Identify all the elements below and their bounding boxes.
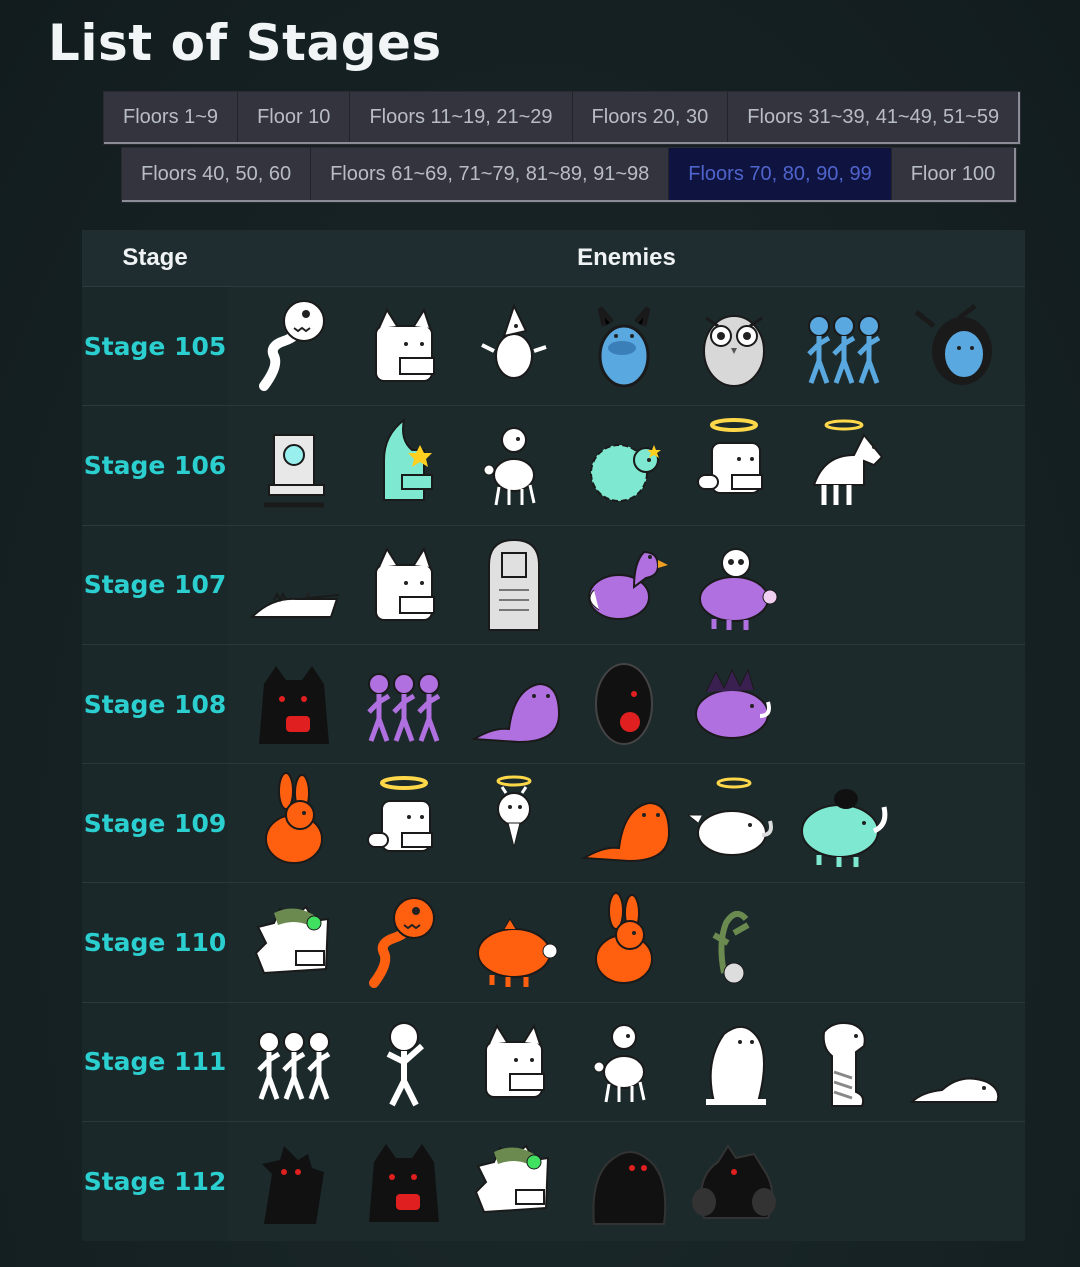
enemy-list [228,406,1025,525]
poodle-icon[interactable] [462,413,566,517]
pig-icon[interactable] [462,891,566,995]
plant-icon[interactable] [682,891,786,995]
stickman-icon[interactable] [352,1010,456,1114]
gravestone-icon[interactable] [462,533,566,637]
penguin-icon[interactable] [572,294,676,398]
horse-icon[interactable] [792,413,896,517]
angel-box-icon[interactable] [352,771,456,875]
crocodile-icon[interactable] [242,533,346,637]
stage-link[interactable]: Stage 106 [82,406,228,525]
floor-tabs-row-2: Floors 40, 50, 60 Floors 61~69, 71~79, 81… [122,148,1017,202]
floor-tab[interactable]: Floors 31~39, 41~49, 51~59 [728,92,1018,142]
stage-link[interactable]: Stage 111 [82,1002,228,1122]
stickmen-icon[interactable] [352,652,456,756]
stickmen-icon[interactable] [242,1010,346,1114]
floor-tab[interactable]: Floors 70, 80, 90, 99 [669,148,892,200]
gorilla-icon[interactable] [572,1130,676,1234]
shadow-beast-icon[interactable] [242,652,346,756]
floor-tab[interactable]: Floors 40, 50, 60 [122,148,312,200]
stage-link[interactable]: Stage 112 [82,1122,228,1242]
sheep-icon[interactable] [572,413,676,517]
snake-icon[interactable] [242,294,346,398]
shadow-egg-icon[interactable] [572,652,676,756]
stage-link[interactable]: Stage 105 [82,287,228,406]
floor-tabs-row-1: Floors 1~9 Floor 10 Floors 11~19, 21~29 Flo… [104,92,1021,144]
boar-icon[interactable] [682,652,786,756]
ghost-head-icon[interactable] [902,294,1006,398]
shadow-throne-icon[interactable] [242,1130,346,1234]
page-title: List of Stages [48,14,442,72]
table-row: Stage 111 [82,1002,1025,1123]
floor-tab[interactable]: Floors 20, 30 [573,92,729,142]
table-row: Stage 106 [82,406,1025,526]
floor-tab[interactable]: Floor 10 [238,92,351,142]
cat-box-icon[interactable] [462,1010,566,1114]
table-row: Stage 108 [82,644,1025,765]
angel-small-icon[interactable] [462,771,566,875]
enemy-list [228,883,1025,1002]
rabbit-icon[interactable] [242,771,346,875]
column-header-stage: Stage [122,244,188,271]
table-row: Stage 112 [82,1122,1025,1242]
column-header-enemies: Enemies [577,244,676,271]
rabbit-icon[interactable] [572,891,676,995]
table-row: Stage 110 [82,883,1025,1003]
table-header: Stage Enemies [82,230,1025,287]
table-row: Stage 109 [82,764,1025,884]
stage-link[interactable]: Stage 109 [82,764,228,883]
floor-tab[interactable]: Floor 100 [892,148,1015,200]
floor-tab[interactable]: Floors 11~19, 21~29 [350,92,573,142]
snake-icon[interactable] [352,891,456,995]
duck-icon[interactable] [572,533,676,637]
seal-icon[interactable] [572,771,676,875]
bird-icon[interactable] [462,294,566,398]
enemy-list [228,644,1025,764]
hedgehog-icon[interactable] [462,1130,566,1234]
stage-table: Stage Enemies Stage 105 Stage 106 Stage … [82,230,1025,1242]
hedgehog-icon[interactable] [242,891,346,995]
shark-cat-icon[interactable] [352,413,456,517]
table-row: Stage 105 [82,287,1025,407]
table-body: Stage 105 Stage 106 Stage 107 Stage 108 [82,287,1025,1242]
enemy-list [228,525,1025,644]
stage-link[interactable]: Stage 110 [82,883,228,1002]
shadow-bear-icon[interactable] [682,1130,786,1234]
cat-box-icon[interactable] [352,533,456,637]
seal-icon[interactable] [462,652,566,756]
floor-tab[interactable]: Floors 61~69, 71~79, 81~89, 91~98 [311,148,670,200]
merlion-icon[interactable] [792,1010,896,1114]
floor-tab[interactable]: Floors 1~9 [104,92,239,142]
enemy-list [228,1122,1025,1242]
throne-icon[interactable] [242,413,346,517]
angel-box-icon[interactable] [682,413,786,517]
cat-box-icon[interactable] [352,294,456,398]
poodle-icon[interactable] [572,1010,676,1114]
pig-skull-icon[interactable] [682,533,786,637]
shadow-beast-icon[interactable] [352,1130,456,1234]
slug-icon[interactable] [902,1010,1006,1114]
owl-icon[interactable] [682,294,786,398]
seal-up-icon[interactable] [682,1010,786,1114]
enemy-list [228,1002,1025,1122]
enemy-list [228,764,1025,883]
angel-boar-icon[interactable] [682,771,786,875]
stickmen-icon[interactable] [792,294,896,398]
table-row: Stage 107 [82,525,1025,645]
enemy-list [228,287,1025,406]
stage-link[interactable]: Stage 107 [82,525,228,644]
rhino-icon[interactable] [792,771,896,875]
stage-link[interactable]: Stage 108 [82,644,228,764]
